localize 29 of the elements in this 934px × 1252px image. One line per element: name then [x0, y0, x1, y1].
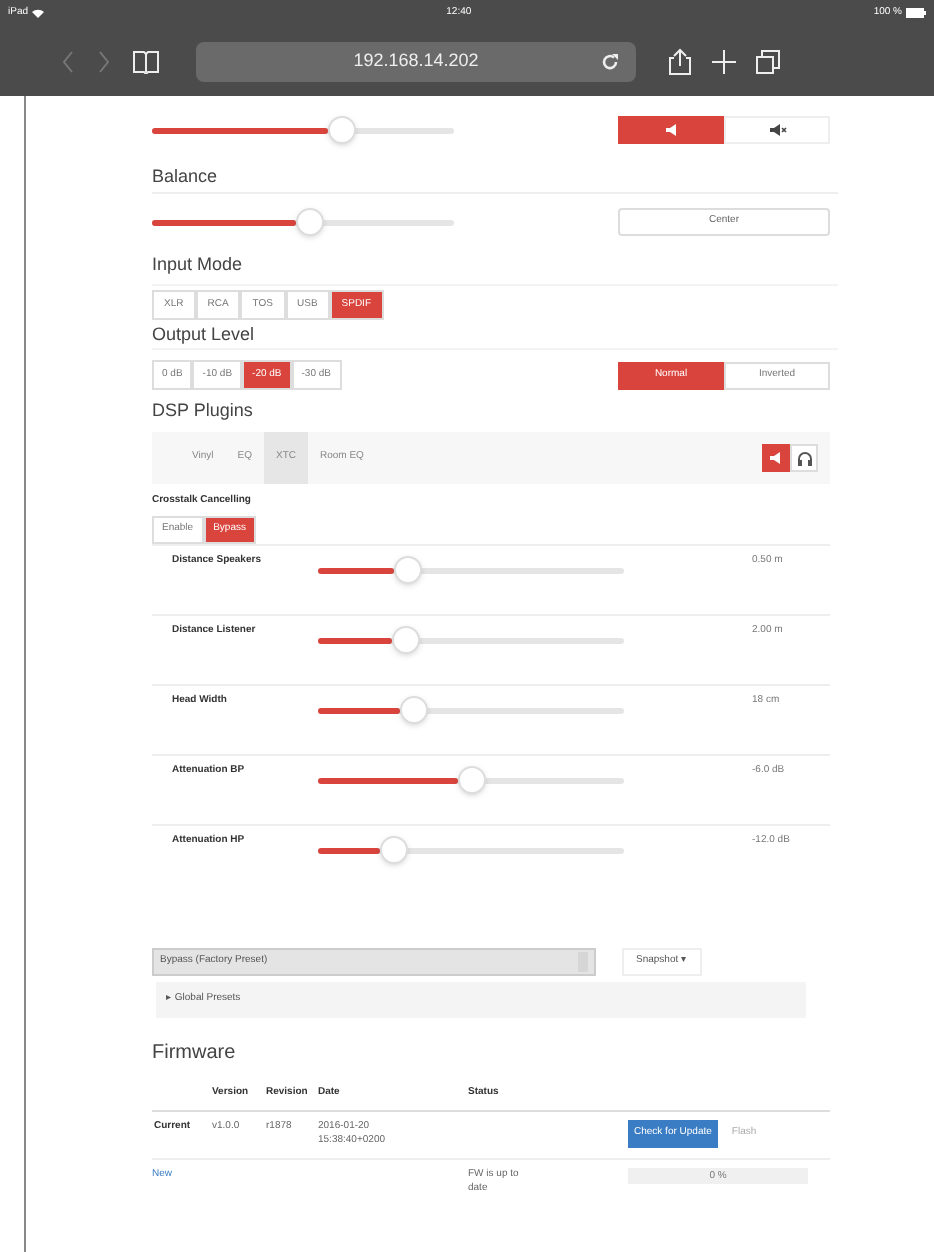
address-bar[interactable]: 192.168.14.202: [196, 41, 636, 81]
tabs-icon: [756, 49, 780, 73]
slider-thumb[interactable]: [379, 836, 408, 864]
slider-thumb[interactable]: [400, 696, 429, 724]
reload-icon: [600, 51, 620, 71]
output-button[interactable]: [762, 444, 790, 472]
slider-thumb[interactable]: [296, 207, 325, 235]
bookmarks-icon: [132, 49, 160, 73]
speaker-icon: [663, 122, 679, 138]
add-icon: [712, 49, 736, 73]
section-title: Firmware: [152, 1039, 236, 1067]
slider-thumb[interactable]: [458, 766, 487, 794]
url-text: 192.168.14.202: [353, 47, 479, 74]
section-label: Output Level: [152, 322, 255, 349]
muted-speaker-icon: [767, 122, 787, 138]
back-icon: [60, 49, 76, 73]
slider-thumb[interactable]: [327, 116, 356, 144]
headphones-icon: [795, 450, 813, 466]
wifi-icon: [32, 8, 45, 18]
share-icon: [668, 47, 692, 75]
section-label: DSP Plugins: [152, 398, 253, 425]
audio-toggle-button[interactable]: [618, 116, 724, 144]
section-label: Balance: [152, 164, 218, 191]
section-label: Input Mode: [152, 252, 243, 279]
forward-icon: [96, 49, 112, 73]
slider-thumb[interactable]: [394, 556, 423, 584]
speaker-icon: [768, 450, 784, 466]
slider-thumb[interactable]: [391, 626, 420, 654]
battery-icon: [906, 8, 926, 18]
